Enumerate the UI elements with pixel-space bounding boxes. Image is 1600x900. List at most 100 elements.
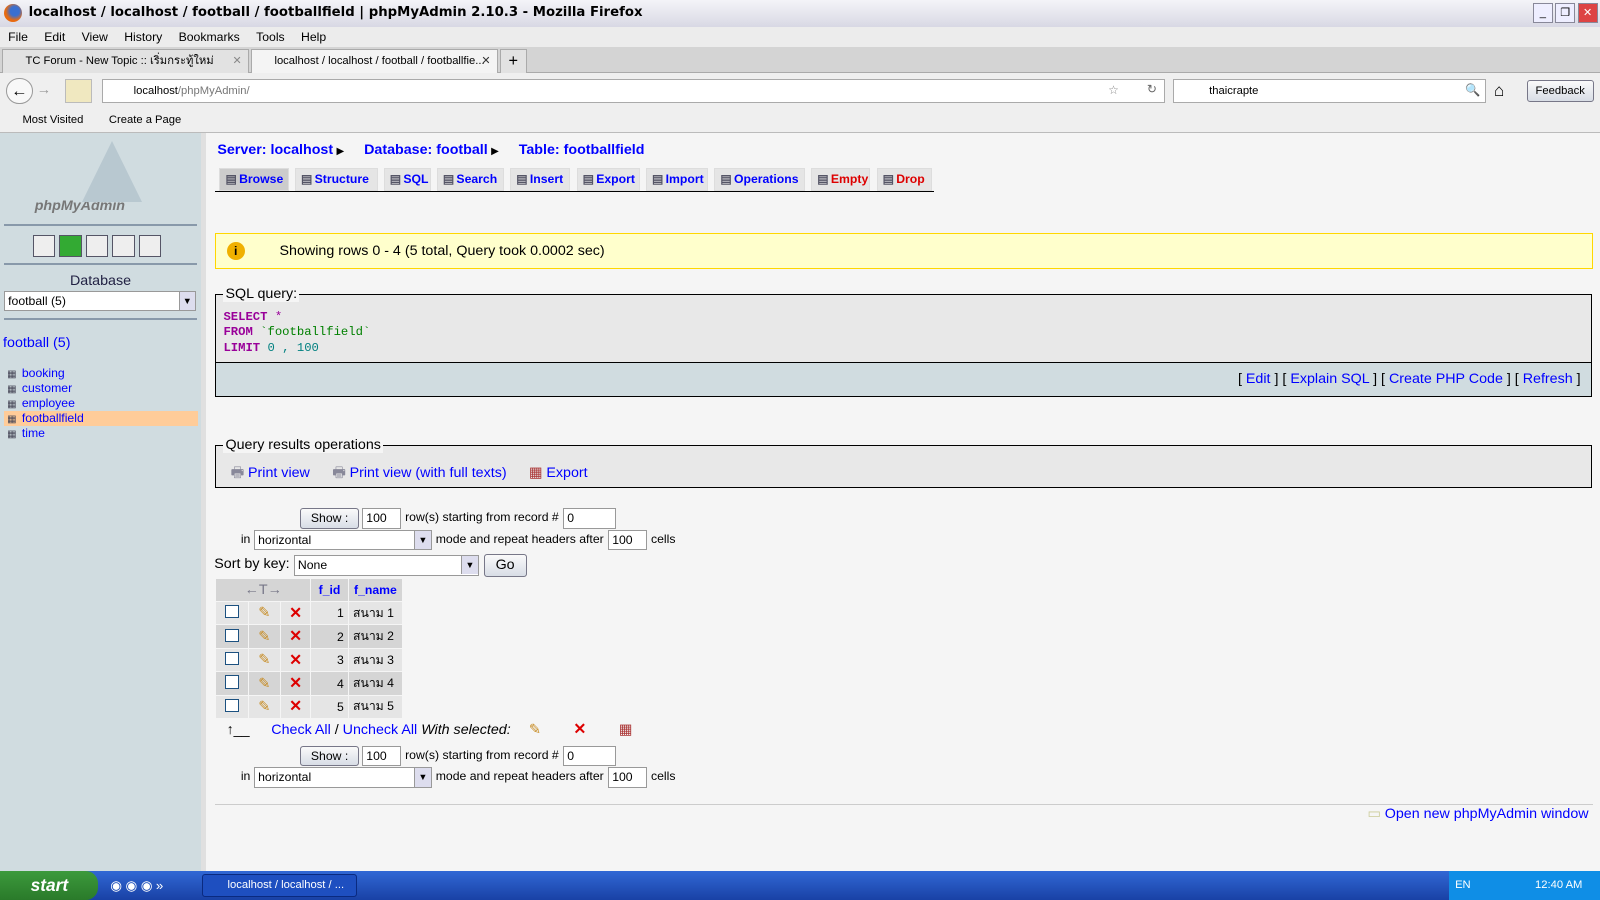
edit-icon[interactable]: ✎ — [258, 676, 270, 692]
edit-icon[interactable]: ✎ — [258, 629, 270, 645]
back-button[interactable]: ← — [6, 77, 33, 105]
display-mode-select[interactable]: horizontal ▼ — [254, 529, 432, 550]
edit-link[interactable]: Edit — [1246, 371, 1271, 387]
row-checkbox[interactable] — [225, 675, 239, 689]
forward-button[interactable]: → — [37, 82, 51, 98]
repeat-headers-input[interactable]: 100 — [608, 529, 647, 550]
menu-view[interactable]: View — [82, 30, 108, 44]
edit-icon[interactable]: ✎ — [258, 652, 270, 668]
database-link[interactable]: football (5) — [3, 335, 70, 351]
print-view-full-link[interactable]: Print view (with full texts) — [350, 465, 507, 481]
home-icon[interactable]: ⌂ — [1494, 80, 1504, 101]
row-checkbox[interactable] — [225, 628, 239, 642]
quick-launch-icons[interactable]: ◉ ◉ ◉ » — [110, 878, 163, 894]
menu-file[interactable]: File — [8, 30, 28, 44]
go-button[interactable]: Go — [483, 554, 527, 577]
tab-insert[interactable]: ▤ Insert — [510, 168, 571, 191]
breadcrumb-table[interactable]: Table: footballfield — [519, 142, 645, 158]
sidebar-table-employee[interactable]: ▦ employee — [4, 396, 198, 411]
tab-empty[interactable]: ▤ Empty — [811, 168, 871, 191]
start-button[interactable]: start — [0, 871, 98, 900]
check-all-link[interactable]: Check All — [271, 722, 330, 738]
start-record-input[interactable]: 0 — [563, 508, 617, 529]
column-header-f_id[interactable]: f_id — [311, 578, 348, 601]
export-selected-icon[interactable]: ▦ — [619, 722, 632, 738]
rows-input[interactable]: 100 — [362, 745, 401, 767]
language-indicator[interactable]: EN — [1455, 879, 1471, 891]
tab-operations[interactable]: ▤ Operations — [714, 168, 806, 191]
close-tab-icon[interactable]: ✕ — [232, 50, 241, 72]
breadcrumb-database[interactable]: Database: football — [364, 142, 488, 158]
tab-phpmyadmin[interactable]: localhost / localhost / football / footb… — [251, 48, 498, 74]
tab-label: Browse — [239, 172, 284, 187]
edit-icon[interactable]: ✎ — [258, 699, 270, 715]
docs-icon[interactable] — [112, 234, 135, 258]
tab-sql[interactable]: ▤ SQL — [383, 168, 431, 191]
reload-icon[interactable]: ↻ — [1147, 82, 1157, 96]
taskbar-firefox-window[interactable]: localhost / localhost / ... — [202, 874, 358, 897]
explain-sql-link[interactable]: Explain SQL — [1290, 371, 1369, 387]
repeat-headers-input[interactable]: 100 — [608, 767, 647, 788]
column-arrows[interactable]: ←T→ — [216, 578, 311, 601]
show-button[interactable]: Show : — [299, 508, 360, 529]
display-mode-select[interactable]: horizontal ▼ — [254, 767, 432, 788]
delete-icon[interactable]: ✕ — [289, 652, 302, 669]
delete-icon[interactable]: ✕ — [289, 605, 302, 622]
tab-tc-forum[interactable]: TC Forum - New Topic :: เริ่มกระทู้ใหม่ ✕ — [2, 48, 249, 74]
search-icon[interactable]: 🔍 — [1465, 83, 1480, 97]
menu-bookmarks[interactable]: Bookmarks — [179, 30, 240, 44]
row-checkbox[interactable] — [225, 698, 239, 713]
edit-selected-icon[interactable]: ✎ — [529, 722, 541, 738]
sort-select[interactable]: None ▼ — [293, 555, 479, 576]
bookmark-star-icon[interactable]: ☆ — [1108, 83, 1119, 97]
pinned-icon[interactable] — [65, 78, 92, 104]
menu-tools[interactable]: Tools — [256, 30, 285, 44]
sidebar-table-footballfield[interactable]: ▦ footballfield — [4, 410, 198, 426]
row-checkbox[interactable] — [225, 605, 239, 619]
new-tab-button[interactable]: + — [499, 48, 527, 74]
help-icon[interactable] — [138, 234, 162, 258]
menu-history[interactable]: History — [124, 30, 162, 44]
close-tab-icon[interactable]: ✕ — [481, 50, 490, 72]
sql-icon[interactable] — [85, 234, 109, 258]
close-button[interactable]: ✕ — [1577, 3, 1598, 24]
row-checkbox[interactable] — [225, 651, 239, 666]
database-select[interactable]: football (5) ▼ — [4, 290, 196, 312]
tab-import[interactable]: ▤ Import — [645, 168, 709, 191]
edit-icon[interactable]: ✎ — [258, 605, 270, 621]
print-view-link[interactable]: Print view — [248, 465, 310, 481]
sidebar-table-booking[interactable]: ▦ booking — [4, 366, 198, 381]
maximize-button[interactable]: ❐ — [1555, 3, 1576, 24]
uncheck-all-link[interactable]: Uncheck All — [343, 722, 418, 738]
search-input[interactable]: thaicrapte — [1173, 78, 1486, 104]
menu-help[interactable]: Help — [301, 30, 326, 44]
show-button[interactable]: Show : — [299, 745, 360, 767]
refresh-link[interactable]: Refresh — [1523, 371, 1573, 387]
menu-edit[interactable]: Edit — [44, 30, 65, 44]
tab-export[interactable]: ▤ Export — [576, 168, 640, 191]
open-new-window-link[interactable]: Open new phpMyAdmin window — [1385, 806, 1589, 822]
home-icon[interactable] — [32, 234, 56, 258]
start-record-input[interactable]: 0 — [563, 745, 617, 767]
rows-input[interactable]: 100 — [362, 508, 401, 529]
tab-structure[interactable]: ▤ Structure — [294, 168, 378, 191]
bookmark-most-visited[interactable]: Most Visited — [22, 114, 83, 126]
export-link[interactable]: Export — [546, 465, 587, 481]
breadcrumb-server[interactable]: Server: localhost — [217, 142, 333, 158]
tab-browse[interactable]: ▤ Browse — [219, 168, 289, 191]
column-header-f_name[interactable]: f_name — [348, 578, 402, 601]
feedback-button[interactable]: Feedback — [1526, 79, 1594, 103]
tab-drop[interactable]: ▤ Drop — [876, 168, 932, 191]
delete-icon[interactable]: ✕ — [289, 628, 302, 645]
delete-selected-icon[interactable]: ✕ — [573, 721, 586, 738]
create-php-code-link[interactable]: Create PHP Code — [1389, 371, 1503, 387]
minimize-button[interactable]: _ — [1532, 3, 1554, 24]
delete-icon[interactable]: ✕ — [289, 675, 302, 692]
tab-search[interactable]: ▤ Search — [436, 168, 505, 191]
exit-icon[interactable] — [59, 234, 82, 258]
sidebar-table-time[interactable]: ▦ time — [4, 426, 198, 441]
delete-icon[interactable]: ✕ — [289, 698, 302, 715]
bookmark-create-a-page[interactable]: Create a Page — [109, 114, 181, 126]
url-bar[interactable]: localhost/phpMyAdmin/ — [102, 78, 1166, 104]
sidebar-table-customer[interactable]: ▦ customer — [4, 381, 198, 396]
